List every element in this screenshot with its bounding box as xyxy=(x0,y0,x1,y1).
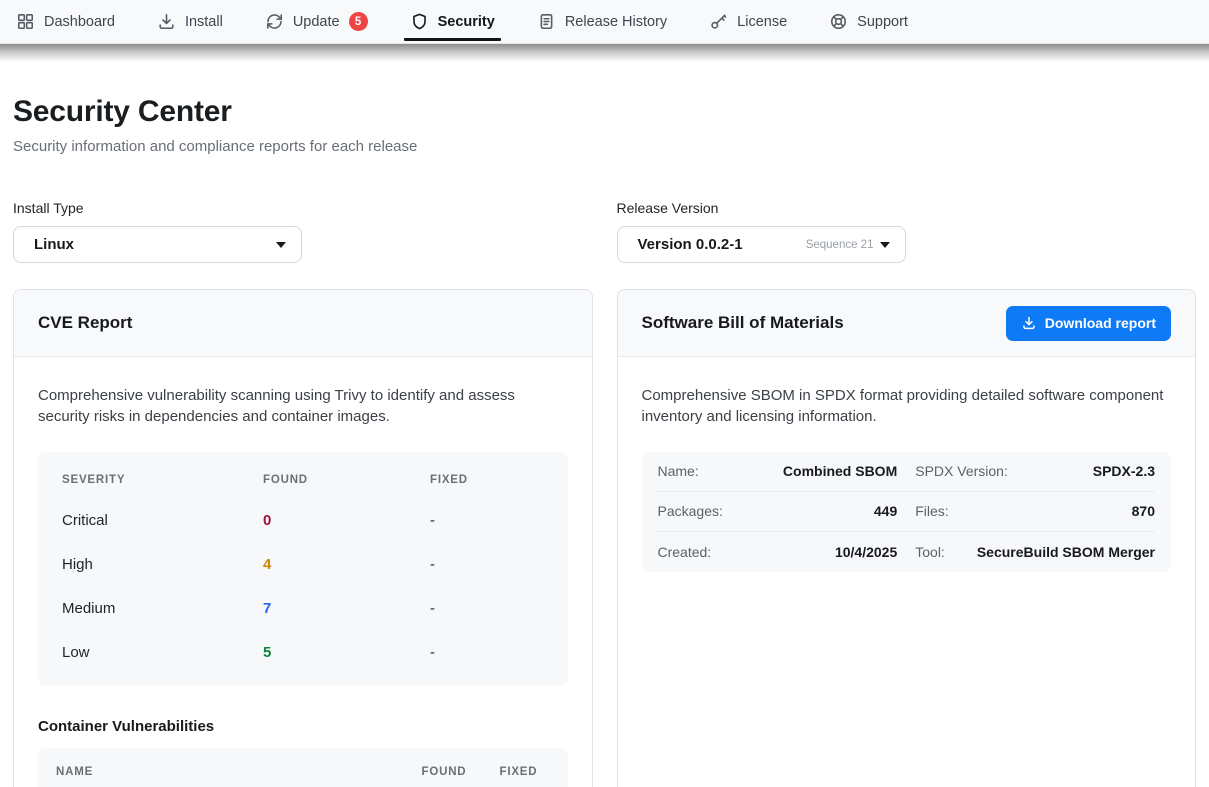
nav-label: Security xyxy=(438,14,495,30)
container-vulnerabilities-header: NAME FOUND FIXED xyxy=(38,748,568,787)
sbom-row: Packages: 449 Files: 870 xyxy=(658,492,1156,532)
nav-item-security[interactable]: Security xyxy=(410,0,495,43)
download-report-label: Download report xyxy=(1045,315,1156,331)
nav-item-support[interactable]: Support xyxy=(829,0,908,43)
cve-report-description: Comprehensive vulnerability scanning usi… xyxy=(38,385,568,428)
sbom-card: Software Bill of Materials Download repo… xyxy=(617,289,1197,787)
severity-found-count: 5 xyxy=(263,644,430,661)
col-found: FOUND xyxy=(263,474,430,486)
table-row-low: Low 5 - xyxy=(38,631,568,675)
sbom-description: Comprehensive SBOM in SPDX format provid… xyxy=(642,385,1172,428)
cve-report-title: CVE Report xyxy=(38,313,132,333)
support-lifebuoy-icon xyxy=(829,12,848,31)
nav-label: License xyxy=(737,14,787,30)
sbom-header: Software Bill of Materials Download repo… xyxy=(618,290,1196,357)
severity-fixed-count: - xyxy=(430,600,544,617)
sbom-field-value: 449 xyxy=(874,503,897,519)
severity-name: Medium xyxy=(62,600,263,617)
security-shield-icon xyxy=(410,12,429,31)
filters-row: Install Type Linux Release Version Versi… xyxy=(13,200,1196,263)
sbom-row: Name: Combined SBOM SPDX Version: SPDX-2… xyxy=(658,452,1156,492)
chevron-down-icon xyxy=(276,242,286,248)
severity-table-header: SEVERITY FOUND FIXED xyxy=(38,461,568,499)
release-version-label: Release Version xyxy=(617,200,1197,216)
table-row-high: High 4 - xyxy=(38,543,568,587)
container-vulnerabilities-title: Container Vulnerabilities xyxy=(38,718,568,735)
sbom-field-label: Files: xyxy=(915,503,948,519)
install-type-select[interactable]: Linux xyxy=(13,226,302,263)
nav-item-update[interactable]: Update 5 xyxy=(265,0,368,43)
page-subtitle: Security information and compliance repo… xyxy=(13,138,1196,155)
nav-item-release-history[interactable]: Release History xyxy=(537,0,667,43)
severity-fixed-count: - xyxy=(430,644,544,661)
release-version-value: Version 0.0.2-1 xyxy=(638,236,743,253)
nav-label: Update xyxy=(293,14,340,30)
release-version-filter: Release Version Version 0.0.2-1 Sequence… xyxy=(617,200,1197,263)
col-severity: SEVERITY xyxy=(62,474,263,486)
severity-found-count: 4 xyxy=(263,556,430,573)
sbom-title: Software Bill of Materials xyxy=(642,313,844,333)
sbom-field-value: SecureBuild SBOM Merger xyxy=(977,544,1155,560)
severity-fixed-count: - xyxy=(430,556,544,573)
col-name: NAME xyxy=(56,766,406,778)
nav-label: Install xyxy=(185,14,223,30)
nav-item-dashboard[interactable]: Dashboard xyxy=(16,0,115,43)
table-row-critical: Critical 0 - xyxy=(38,499,568,543)
severity-found-count: 7 xyxy=(263,600,430,617)
col-fixed: FIXED xyxy=(500,766,550,778)
table-row-medium: Medium 7 - xyxy=(38,587,568,631)
update-count-badge: 5 xyxy=(349,12,368,31)
severity-found-count: 0 xyxy=(263,512,430,529)
sbom-info-box: Name: Combined SBOM SPDX Version: SPDX-2… xyxy=(642,452,1172,572)
dashboard-grid-icon xyxy=(16,12,35,31)
sbom-field-label: SPDX Version: xyxy=(915,463,1008,479)
nav-item-install[interactable]: Install xyxy=(157,0,223,43)
nav-scroll-shadow xyxy=(0,44,1209,62)
sbom-field-label: Name: xyxy=(658,463,699,479)
release-history-document-icon xyxy=(537,12,556,31)
sbom-field-value: Combined SBOM xyxy=(783,463,897,479)
chevron-down-icon xyxy=(880,242,890,248)
download-report-button[interactable]: Download report xyxy=(1006,306,1171,341)
sbom-field-value: 10/4/2025 xyxy=(835,544,897,560)
install-type-value: Linux xyxy=(34,236,74,253)
install-type-filter: Install Type Linux xyxy=(13,200,593,263)
severity-name: Critical xyxy=(62,512,263,529)
security-center-page: Security Center Security information and… xyxy=(0,95,1209,787)
page-title: Security Center xyxy=(13,95,1196,129)
nav-label: Release History xyxy=(565,14,667,30)
nav-label: Dashboard xyxy=(44,14,115,30)
severity-fixed-count: - xyxy=(430,512,544,529)
severity-name: High xyxy=(62,556,263,573)
nav-label: Support xyxy=(857,14,908,30)
col-fixed: FIXED xyxy=(430,474,544,486)
install-type-label: Install Type xyxy=(13,200,593,216)
sbom-field-label: Packages: xyxy=(658,503,723,519)
cve-report-card: CVE Report Comprehensive vulnerability s… xyxy=(13,289,593,787)
top-navigation: Dashboard Install Update 5 Security Rele… xyxy=(0,0,1209,44)
nav-item-license[interactable]: License xyxy=(709,0,787,43)
col-found: FOUND xyxy=(422,766,484,778)
severity-name: Low xyxy=(62,644,263,661)
severity-table: SEVERITY FOUND FIXED Critical 0 - High 4… xyxy=(38,452,568,686)
cve-report-header: CVE Report xyxy=(14,290,592,357)
sbom-field-value: 870 xyxy=(1132,503,1155,519)
license-key-icon xyxy=(709,12,728,31)
update-refresh-icon xyxy=(265,12,284,31)
sbom-field-label: Created: xyxy=(658,544,712,560)
sbom-field-label: Tool: xyxy=(915,544,945,560)
cards-row: CVE Report Comprehensive vulnerability s… xyxy=(13,289,1196,787)
release-version-select[interactable]: Version 0.0.2-1 Sequence 21 xyxy=(617,226,906,263)
download-icon xyxy=(1021,315,1037,331)
sequence-hint: Sequence 21 xyxy=(806,239,874,251)
sbom-field-value: SPDX-2.3 xyxy=(1093,463,1155,479)
install-download-icon xyxy=(157,12,176,31)
sbom-row: Created: 10/4/2025 Tool: SecureBuild SBO… xyxy=(658,532,1156,572)
